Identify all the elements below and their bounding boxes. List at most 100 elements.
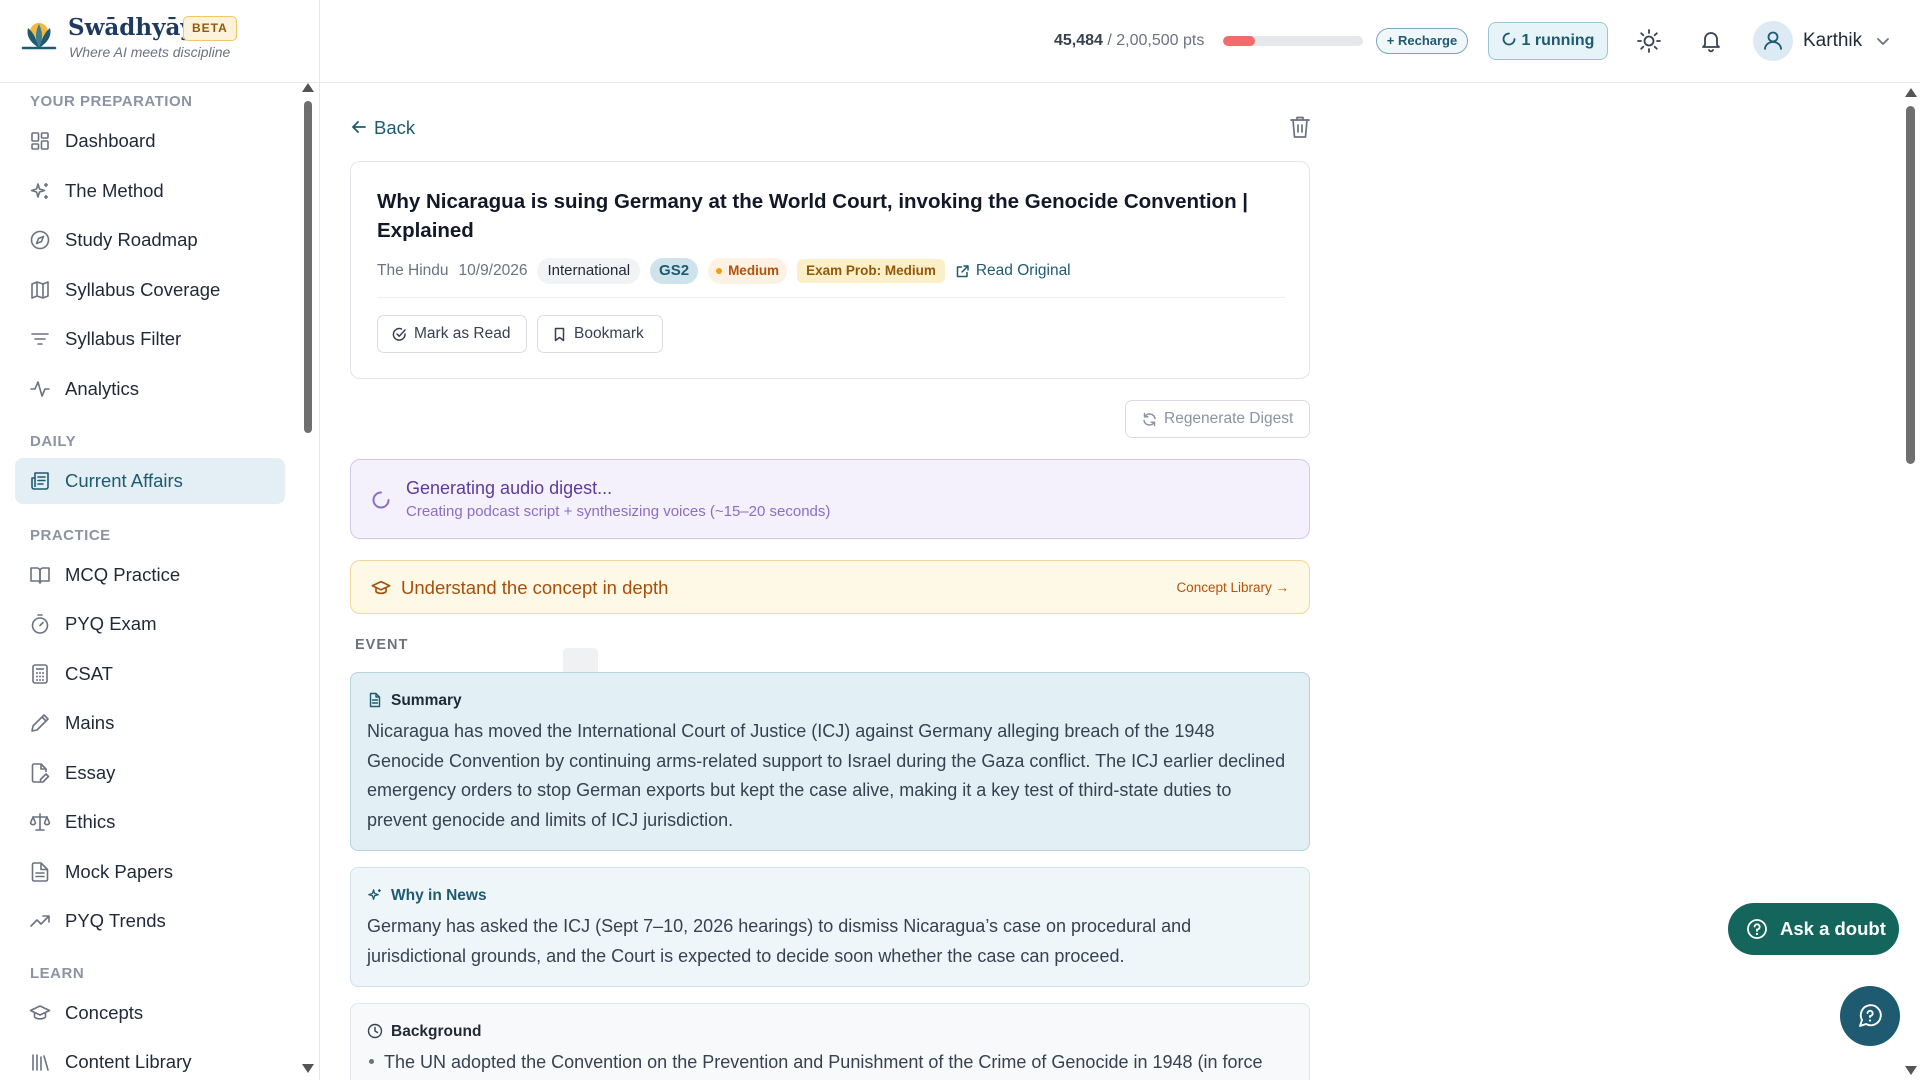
sidebar-item-current-affairs[interactable]: Current Affairs [15, 458, 285, 504]
sidebar-item-analytics[interactable]: Analytics [15, 366, 285, 412]
points-progress-bar [1223, 36, 1363, 46]
card-divider [377, 297, 1285, 298]
sidebar-scrollbar-thumb[interactable] [304, 101, 312, 433]
compass-icon [30, 230, 50, 250]
why-in-news-heading-label: Why in News [391, 887, 487, 904]
concept-banner-label: Understand the concept in depth [401, 577, 669, 598]
sidebar-item-ethics[interactable]: Ethics [15, 799, 285, 845]
summary-heading-label: Summary [391, 692, 462, 709]
refresh-icon [1143, 412, 1156, 427]
audio-status-subtitle: Creating podcast script + synthesizing v… [406, 503, 831, 520]
sidebar-item-content-library[interactable]: Content Library [15, 1039, 285, 1080]
points-total: / 2,00,500 pts [1107, 32, 1205, 49]
pen-icon [31, 714, 49, 732]
background-bullet: The UN adopted the Convention on the Pre… [367, 1052, 1297, 1073]
article-date: 10/9/2026 [458, 262, 528, 279]
bookmark-icon [554, 327, 565, 342]
sidebar-item-label: Mock Papers [65, 861, 173, 882]
sidebar-item-study-roadmap[interactable]: Study Roadmap [15, 217, 285, 263]
summary-box: Summary Nicaragua has moved the Internat… [350, 672, 1310, 851]
trending-up-icon [30, 915, 50, 927]
sidebar-scroll-up-icon[interactable] [302, 83, 314, 92]
regenerate-digest-button[interactable]: Regenerate Digest [1125, 400, 1310, 438]
summary-text: Nicaragua has moved the International Co… [367, 721, 1286, 830]
library-icon [32, 1054, 49, 1071]
sidebar-item-essay[interactable]: Essay [15, 750, 285, 796]
chat-assistant-button[interactable] [1840, 986, 1900, 1046]
user-name[interactable]: Karthik [1803, 30, 1862, 52]
concept-library-link[interactable]: Concept Library → [1176, 580, 1289, 595]
difficulty-chip: Medium [708, 258, 788, 284]
sidebar-item-label: Current Affairs [65, 470, 183, 491]
lotus-logo-icon [21, 23, 57, 50]
bookmark-label: Bookmark [574, 325, 644, 342]
loading-spinner-icon [372, 491, 390, 509]
sidebar-item-mock-papers[interactable]: Mock Papers [15, 849, 285, 895]
section-your-preparation: YOUR PREPARATION [30, 93, 193, 110]
article-card: Why Nicaragua is suing Germany at the Wo… [350, 161, 1310, 379]
clock-icon [367, 1023, 383, 1039]
article-title: Why Nicaragua is suing Germany at the Wo… [377, 190, 1249, 242]
mark-as-read-button[interactable]: Mark as Read [377, 315, 527, 353]
notification-bell-icon[interactable] [1697, 27, 1725, 55]
chat-bubble-help-icon [1859, 1004, 1882, 1027]
help-circle-icon [1747, 919, 1767, 939]
sidebar-item-label: Concepts [65, 1002, 144, 1023]
sidebar-item-concepts[interactable]: Concepts [15, 990, 285, 1036]
spinner-icon [1502, 32, 1515, 46]
sidebar-item-pyq-exam[interactable]: PYQ Exam [15, 601, 285, 647]
read-original-label: Read Original [975, 262, 1071, 279]
concept-banner[interactable]: Understand the concept in depth Concept … [350, 560, 1310, 614]
event-section-label: EVENT [355, 637, 409, 653]
arrow-left-icon [352, 121, 366, 133]
why-in-news-box: Why in News Germany has asked the ICJ (S… [350, 867, 1310, 987]
sidebar-item-csat[interactable]: CSAT [15, 651, 285, 697]
sidebar-item-the-method[interactable]: The Method [15, 168, 285, 214]
bookmark-button[interactable]: Bookmark [537, 315, 663, 353]
check-circle-icon [392, 327, 406, 341]
sidebar-item-label: Essay [65, 762, 116, 783]
running-jobs-button[interactable]: 1 running [1488, 22, 1608, 60]
sidebar-item-syllabus-coverage[interactable]: Syllabus Coverage [15, 267, 285, 313]
sidebar-item-mains[interactable]: Mains [15, 700, 285, 746]
user-avatar[interactable] [1753, 21, 1793, 61]
graduation-cap-icon [371, 580, 391, 595]
theme-toggle-sun-icon[interactable] [1635, 27, 1663, 55]
exam-probability-chip: Exam Prob: Medium [797, 259, 945, 283]
points-readout: 45,484 / 2,00,500 pts [1054, 32, 1204, 50]
running-label: 1 running [1521, 32, 1595, 49]
sidebar-item-pyq-trends[interactable]: PYQ Trends [15, 898, 285, 944]
recharge-button[interactable]: + Recharge [1376, 28, 1468, 54]
sidebar-item-label: Ethics [65, 811, 116, 832]
map-icon [31, 281, 49, 299]
points-value: 45,484 [1054, 32, 1103, 49]
sidebar-scroll-down-icon[interactable] [302, 1064, 314, 1073]
main-scroll-down-icon[interactable] [1905, 1066, 1917, 1075]
grid-icon [31, 132, 49, 150]
chevron-down-icon[interactable] [1874, 32, 1892, 50]
background-bullet-text: The UN adopted the Convention on the Pre… [384, 1052, 1263, 1072]
section-learn: LEARN [30, 965, 85, 982]
sidebar-item-mcq-practice[interactable]: MCQ Practice [15, 552, 285, 598]
graduation-cap-icon [29, 1005, 51, 1020]
sidebar-item-label: MCQ Practice [65, 564, 181, 585]
activity-icon [30, 381, 50, 397]
main-scrollbar-thumb[interactable] [1906, 106, 1915, 464]
read-original-link[interactable]: Read Original [955, 262, 1071, 280]
beta-badge: BETA [183, 16, 237, 41]
main-scroll-up-icon[interactable] [1905, 88, 1917, 97]
ask-a-doubt-button[interactable]: Ask a doubt [1728, 903, 1899, 955]
brand[interactable]: Swādhyāya BETA Where AI meets discipline [0, 0, 320, 83]
article-source: The Hindu [377, 262, 449, 279]
user-icon [1764, 31, 1782, 50]
delete-trash-icon[interactable] [1288, 114, 1312, 140]
sidebar-item-syllabus-filter[interactable]: Syllabus Filter [15, 316, 285, 362]
timer-icon [31, 614, 49, 634]
sidebar-item-label: Analytics [65, 378, 140, 399]
background-box: Background The UN adopted the Convention… [350, 1003, 1310, 1080]
sparkles-icon [368, 889, 381, 901]
audio-status-title: Generating audio digest... [406, 478, 613, 498]
sidebar-item-dashboard[interactable]: Dashboard [15, 118, 285, 164]
document-icon [369, 692, 381, 708]
file-pen-icon [31, 763, 50, 783]
